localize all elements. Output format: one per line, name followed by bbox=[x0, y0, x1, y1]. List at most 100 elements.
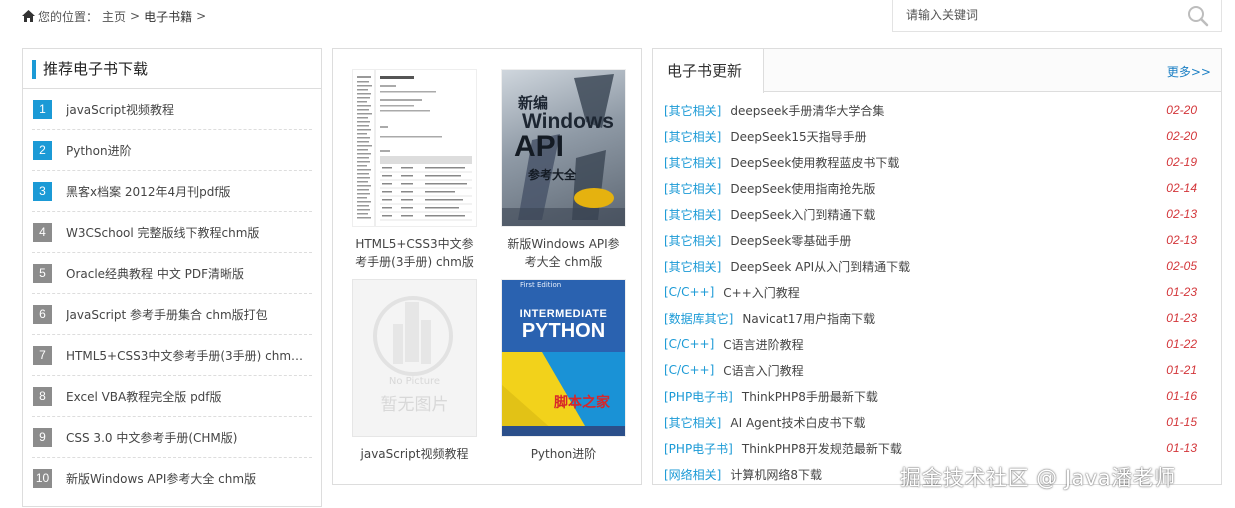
update-date: 01-23 bbox=[1166, 285, 1197, 299]
update-date: 01-13 bbox=[1166, 441, 1197, 455]
breadcrumb-home-link[interactable]: 主页 bbox=[102, 8, 126, 25]
ebook-caption[interactable]: HTML5+CSS3中文参考手册(3手册) chm版中文版 bbox=[351, 235, 478, 271]
ebook-card[interactable]: First Edition INTERMEDIATE PYTHON 脚本之家 P… bbox=[500, 279, 627, 481]
ebook-link[interactable]: AI Agent技术白皮书下载 bbox=[730, 414, 865, 431]
ebook-caption[interactable]: javaScript视频教程 bbox=[351, 445, 478, 481]
cover-publisher-stamp: 脚本之家 bbox=[554, 395, 610, 411]
ebook-caption[interactable]: 新版Windows API参考大全 chm版 bbox=[500, 235, 627, 271]
ebook-cover-image[interactable] bbox=[352, 69, 477, 227]
ebook-link[interactable]: Python进阶 bbox=[66, 142, 132, 159]
document-page-thumbnail bbox=[353, 70, 476, 226]
update-date: 01-23 bbox=[1166, 311, 1197, 325]
category-link[interactable]: [C/C++] bbox=[664, 363, 714, 377]
watermark-text: 掘金技术社区 @ Java潘老师 bbox=[900, 466, 1176, 490]
category-link[interactable]: [其它相关] bbox=[664, 258, 721, 275]
rank-number-badge: 6 bbox=[33, 304, 52, 324]
update-date: 01-21 bbox=[1166, 363, 1197, 377]
list-item[interactable]: 1 javaScript视频教程 bbox=[32, 89, 312, 130]
ebook-link[interactable]: DeepSeek API从入门到精通下载 bbox=[730, 258, 910, 275]
category-link[interactable]: [其它相关] bbox=[664, 180, 721, 197]
category-link[interactable]: [网络相关] bbox=[664, 466, 721, 483]
category-link[interactable]: [数据库其它] bbox=[664, 310, 733, 327]
cover-title-top: INTERMEDIATE bbox=[519, 308, 608, 320]
ebook-link[interactable]: 新版Windows API参考大全 chm版 bbox=[66, 470, 256, 487]
category-link[interactable]: [其它相关] bbox=[664, 206, 721, 223]
list-item[interactable]: [其它相关] deepseek手册清华大学合集 02-20 bbox=[664, 97, 1221, 123]
ebook-cover-image[interactable]: 新编 Windows API 参考大全 bbox=[501, 69, 626, 227]
category-link[interactable]: [其它相关] bbox=[664, 154, 721, 171]
list-item[interactable]: [其它相关] AI Agent技术白皮书下载 01-15 bbox=[664, 409, 1221, 435]
list-item[interactable]: 6 JavaScript 参考手册集合 chm版打包 bbox=[32, 294, 312, 335]
ebook-link[interactable]: ThinkPHP8手册最新下载 bbox=[742, 388, 878, 405]
ebook-link[interactable]: DeepSeek零基础手册 bbox=[730, 232, 851, 249]
list-item[interactable]: [其它相关] DeepSeek API从入门到精通下载 02-05 bbox=[664, 253, 1221, 279]
breadcrumb-current[interactable]: 电子书籍 bbox=[144, 8, 192, 25]
ebook-link[interactable]: Oracle经典教程 中文 PDF清晰版 bbox=[66, 265, 244, 282]
title-accent-bar bbox=[32, 60, 36, 79]
category-link[interactable]: [其它相关] bbox=[664, 414, 721, 431]
category-link[interactable]: [C/C++] bbox=[664, 337, 714, 351]
list-item[interactable]: [C/C++] C++入门教程 01-23 bbox=[664, 279, 1221, 305]
update-date: 02-14 bbox=[1166, 181, 1197, 195]
list-item[interactable]: [其它相关] DeepSeek零基础手册 02-13 bbox=[664, 227, 1221, 253]
ebook-link[interactable]: CSS 3.0 中文参考手册(CHM版) bbox=[66, 429, 237, 446]
ebook-link[interactable]: 黑客x档案 2012年4月刊pdf版 bbox=[66, 183, 231, 200]
ebook-card[interactable]: HTML5+CSS3中文参考手册(3手册) chm版中文版 bbox=[351, 69, 478, 271]
python-cover-art bbox=[502, 280, 625, 436]
rank-number-badge: 8 bbox=[33, 386, 52, 406]
list-item[interactable]: 5 Oracle经典教程 中文 PDF清晰版 bbox=[32, 253, 312, 294]
category-link[interactable]: [其它相关] bbox=[664, 232, 721, 249]
ebook-link[interactable]: DeepSeek使用教程蓝皮书下载 bbox=[730, 154, 899, 171]
ebook-link[interactable]: deepseek手册清华大学合集 bbox=[730, 102, 884, 119]
panel-title: 推荐电子书下载 bbox=[43, 60, 149, 78]
list-item[interactable]: [C/C++] C语言进阶教程 01-22 bbox=[664, 331, 1221, 357]
ebook-cover-image[interactable]: First Edition INTERMEDIATE PYTHON 脚本之家 bbox=[501, 279, 626, 437]
ebook-card[interactable]: No Picture 暂无图片 javaScript视频教程 bbox=[351, 279, 478, 481]
list-item[interactable]: [PHP电子书] ThinkPHP8开发规范最新下载 01-13 bbox=[664, 435, 1221, 461]
list-item[interactable]: [其它相关] DeepSeek入门到精通下载 02-13 bbox=[664, 201, 1221, 227]
ebook-card[interactable]: 新编 Windows API 参考大全 新版Windows API参考大全 ch… bbox=[500, 69, 627, 271]
list-item[interactable]: 7 HTML5+CSS3中文参考手册(3手册) chm版中文版 bbox=[32, 335, 312, 376]
list-item[interactable]: 9 CSS 3.0 中文参考手册(CHM版) bbox=[32, 417, 312, 458]
ebook-link[interactable]: javaScript视频教程 bbox=[66, 101, 174, 118]
ebook-link[interactable]: DeepSeek使用指南抢先版 bbox=[730, 180, 875, 197]
ebook-link[interactable]: JavaScript 参考手册集合 chm版打包 bbox=[66, 306, 268, 323]
tab-ebook-updates[interactable]: 电子书更新 bbox=[653, 49, 764, 93]
list-item[interactable]: 4 W3CSchool 完整版线下教程chm版 bbox=[32, 212, 312, 253]
category-link[interactable]: [C/C++] bbox=[664, 285, 714, 299]
ebook-link[interactable]: ThinkPHP8开发规范最新下载 bbox=[742, 440, 902, 457]
list-item[interactable]: [PHP电子书] ThinkPHP8手册最新下载 01-16 bbox=[664, 383, 1221, 409]
ebook-link[interactable]: C++入门教程 bbox=[723, 284, 800, 301]
ebook-link[interactable]: DeepSeek入门到精通下载 bbox=[730, 206, 875, 223]
ebook-link[interactable]: C语言进阶教程 bbox=[723, 336, 803, 353]
list-item[interactable]: [其它相关] DeepSeek使用指南抢先版 02-14 bbox=[664, 175, 1221, 201]
ebook-link[interactable]: Excel VBA教程完全版 pdf版 bbox=[66, 388, 222, 405]
list-item[interactable]: [其它相关] DeepSeek15天指导手册 02-20 bbox=[664, 123, 1221, 149]
ebook-link[interactable]: HTML5+CSS3中文参考手册(3手册) chm版中文版 bbox=[66, 347, 311, 364]
category-link[interactable]: [PHP电子书] bbox=[664, 388, 733, 405]
more-link[interactable]: 更多>> bbox=[1167, 63, 1211, 80]
category-link[interactable]: [PHP电子书] bbox=[664, 440, 733, 457]
list-item[interactable]: 8 Excel VBA教程完全版 pdf版 bbox=[32, 376, 312, 417]
list-item[interactable]: [数据库其它] Navicat17用户指南下载 01-23 bbox=[664, 305, 1221, 331]
category-link[interactable]: [其它相关] bbox=[664, 102, 721, 119]
list-item[interactable]: 2 Python进阶 bbox=[32, 130, 312, 171]
home-icon bbox=[22, 10, 35, 22]
ebook-link[interactable]: Navicat17用户指南下载 bbox=[742, 310, 875, 327]
ebook-link[interactable]: 计算机网络8下载 bbox=[730, 466, 822, 483]
search-input[interactable] bbox=[893, 0, 1183, 30]
update-date: 02-20 bbox=[1166, 129, 1197, 143]
list-item[interactable]: [其它相关] DeepSeek使用教程蓝皮书下载 02-19 bbox=[664, 149, 1221, 175]
ebook-link[interactable]: C语言入门教程 bbox=[723, 362, 803, 379]
rank-number-badge: 10 bbox=[33, 469, 52, 488]
list-item[interactable]: 10 新版Windows API参考大全 chm版 bbox=[32, 458, 312, 499]
category-link[interactable]: [其它相关] bbox=[664, 128, 721, 145]
search-icon[interactable] bbox=[1187, 5, 1209, 27]
ebook-cover-image[interactable]: No Picture 暂无图片 bbox=[352, 279, 477, 437]
list-item[interactable]: [C/C++] C语言入门教程 01-21 bbox=[664, 357, 1221, 383]
breadcrumb-separator: > bbox=[196, 9, 207, 23]
ebook-caption[interactable]: Python进阶 bbox=[500, 445, 627, 481]
list-item[interactable]: 3 黑客x档案 2012年4月刊pdf版 bbox=[32, 171, 312, 212]
ebook-link[interactable]: W3CSchool 完整版线下教程chm版 bbox=[66, 224, 259, 241]
ebook-link[interactable]: DeepSeek15天指导手册 bbox=[730, 128, 866, 145]
